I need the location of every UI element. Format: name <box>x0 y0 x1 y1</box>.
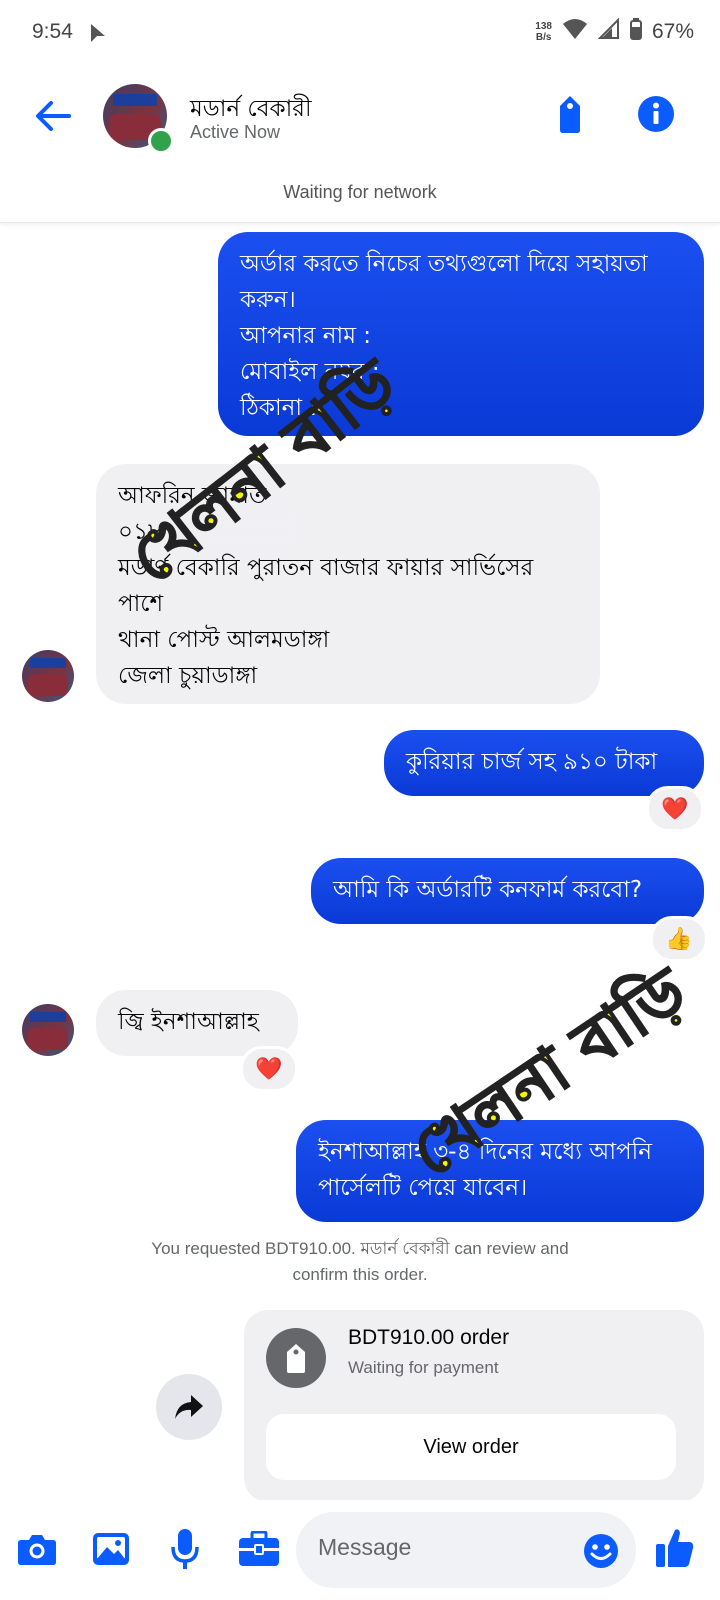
back-arrow-icon[interactable] <box>28 96 78 136</box>
sender-avatar[interactable] <box>22 650 74 702</box>
notification-icon <box>88 22 108 48</box>
notice-line: confirm this order. <box>292 1265 428 1284</box>
emoji-icon[interactable] <box>582 1532 620 1570</box>
message-input[interactable]: Message <box>296 1512 636 1588</box>
message-line: অর্ডার করতে নিচের তথ্যগুলো দিয়ে সহায়তা <box>240 251 648 277</box>
net-speed-unit: B/s <box>535 32 552 43</box>
notice-line: You requested BDT910.00. মডার্ন বেকারী c… <box>151 1239 569 1258</box>
view-order-button[interactable]: View order <box>266 1414 676 1480</box>
info-icon[interactable] <box>634 92 678 136</box>
battery-level: 67% <box>651 20 694 43</box>
order-title: BDT910.00 order <box>348 1326 510 1349</box>
message-line: জ্বি ইনশাআল্লাহ <box>118 1009 259 1035</box>
net-speed-value: 138 <box>535 21 552 32</box>
message-line: জেলা চুয়াডাঙ্গা <box>118 663 258 689</box>
order-status: Waiting for payment <box>348 1358 499 1377</box>
contact-status: Active Now <box>190 122 281 142</box>
status-bar: 9:54 138 B/s 67% <box>0 0 720 66</box>
status-icons: 138 B/s 67% <box>535 17 694 46</box>
sender-avatar[interactable] <box>22 1004 74 1056</box>
gallery-icon[interactable] <box>88 1526 134 1572</box>
share-icon[interactable] <box>156 1374 222 1440</box>
network-notice: Waiting for network <box>283 182 437 202</box>
microphone-icon[interactable] <box>162 1524 208 1574</box>
heart-reaction[interactable]: ❤️ <box>240 1046 298 1092</box>
signal-icon <box>597 17 620 46</box>
order-card: BDT910.00 order Waiting for payment View… <box>244 1310 704 1502</box>
tag-icon[interactable] <box>548 92 592 136</box>
like-icon[interactable] <box>650 1522 700 1574</box>
message-bubble-outgoing[interactable]: কুরিয়ার চার্জ সহ ৯১০ টাকা <box>384 730 704 796</box>
battery-icon <box>629 18 642 46</box>
order-tag-icon <box>266 1328 326 1388</box>
net-speed: 138 B/s <box>535 21 552 43</box>
composer-bar: Message <box>0 1500 720 1600</box>
online-indicator <box>148 128 174 154</box>
message-line: করুন। <box>240 287 296 313</box>
toolbox-icon[interactable] <box>234 1526 284 1572</box>
camera-icon[interactable] <box>14 1526 60 1572</box>
wifi-icon <box>562 18 588 46</box>
chat-header: মডার্ন বেকারী Active Now Waiting for net… <box>0 66 720 223</box>
payment-request-notice: You requested BDT910.00. মডার্ন বেকারী c… <box>0 1236 720 1288</box>
message-line: আপনার নাম : <box>240 323 372 349</box>
status-time: 9:54 <box>32 20 73 43</box>
message-placeholder: Message <box>318 1534 412 1560</box>
heart-reaction[interactable]: ❤️ <box>646 786 704 832</box>
message-line: আমি কি অর্ডারটি কনফার্ম করবো? <box>333 877 643 903</box>
message-line: থানা পোস্ট আলমডাঙ্গা <box>118 627 330 653</box>
message-bubble-outgoing[interactable]: আমি কি অর্ডারটি কনফার্ম করবো? <box>311 858 704 924</box>
message-line: কুরিয়ার চার্জ সহ ৯১০ টাকা <box>406 749 658 775</box>
